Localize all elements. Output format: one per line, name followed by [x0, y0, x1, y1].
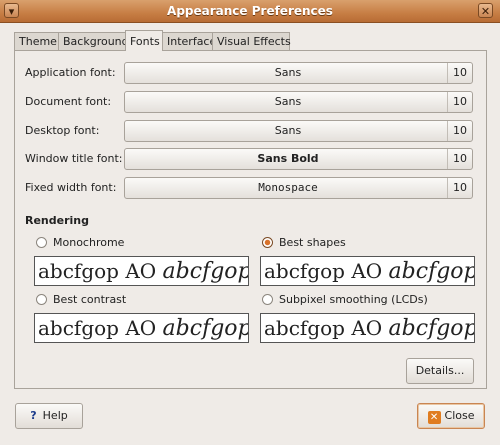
preview-italic: abcfgop — [162, 259, 249, 284]
preview-italic: abcfgop — [388, 259, 475, 284]
desktop-font-label: Desktop font: — [25, 124, 100, 137]
close-icon: ✕ — [427, 411, 441, 424]
radio-indicator — [262, 294, 273, 305]
window-title: Appearance Preferences — [167, 4, 333, 18]
radio-label: Monochrome — [53, 236, 125, 249]
tab-fonts[interactable]: Fonts — [125, 30, 163, 51]
font-size: 10 — [447, 63, 472, 83]
font-name: Sans Bold — [257, 152, 319, 165]
fixed-width-font-label: Fixed width font: — [25, 181, 117, 194]
fixed-width-font-button[interactable]: Monospace 10 — [124, 177, 473, 199]
help-button[interactable]: ? Help — [15, 403, 83, 429]
font-name: Monospace — [258, 181, 318, 194]
help-button-label: Help — [42, 409, 68, 422]
font-size: 10 — [447, 92, 472, 112]
subpixel-smoothing-radio[interactable]: Subpixel smoothing (LCDs) — [262, 292, 428, 308]
tab-background[interactable]: Background — [58, 32, 129, 51]
help-icon: ? — [30, 409, 37, 422]
desktop-font-button[interactable]: Sans 10 — [124, 120, 473, 142]
subpixel-smoothing-preview[interactable]: abcfgop AO abcfgop — [260, 313, 475, 343]
title-bar: ▾ Appearance Preferences ✕ — [0, 0, 500, 23]
font-size: 10 — [447, 121, 472, 141]
best-contrast-radio[interactable]: Best contrast — [36, 292, 126, 308]
font-name: Sans — [274, 95, 302, 108]
monochrome-preview[interactable]: abcfgop AO abcfgop — [34, 256, 249, 286]
window-title-font-label: Window title font: — [25, 152, 123, 165]
window-title-font-button[interactable]: Sans Bold 10 — [124, 148, 473, 170]
document-font-button[interactable]: Sans 10 — [124, 91, 473, 113]
best-shapes-preview[interactable]: abcfgop AO abcfgop — [260, 256, 475, 286]
radio-indicator — [262, 237, 273, 248]
preview-text: abcfgop AO — [38, 316, 157, 340]
font-size: 10 — [447, 149, 472, 169]
application-font-button[interactable]: Sans 10 — [124, 62, 473, 84]
monochrome-radio[interactable]: Monochrome — [36, 235, 124, 251]
font-name: Sans — [274, 66, 302, 79]
tab-visual-effects[interactable]: Visual Effects — [212, 32, 291, 51]
tab-interface[interactable]: Interface — [162, 32, 216, 51]
close-button-label: Close — [444, 409, 475, 422]
radio-label: Subpixel smoothing (LCDs) — [279, 293, 428, 306]
preview-italic: abcfgop — [162, 316, 249, 341]
preview-text: abcfgop AO — [264, 316, 383, 340]
application-font-label: Application font: — [25, 66, 116, 79]
radio-indicator — [36, 237, 47, 248]
details-button[interactable]: Details... — [406, 358, 474, 384]
font-size: 10 — [447, 178, 472, 198]
preview-text: abcfgop AO — [38, 259, 157, 283]
document-font-label: Document font: — [25, 95, 112, 108]
close-button[interactable]: ✕ Close — [417, 403, 485, 429]
radio-label: Best shapes — [279, 236, 346, 249]
font-name: Sans — [274, 124, 302, 137]
tab-theme[interactable]: Theme — [14, 32, 59, 51]
window-close-button[interactable]: ✕ — [478, 3, 493, 18]
preview-italic: abcfgop — [388, 316, 475, 341]
preview-text: abcfgop AO — [264, 259, 383, 283]
rendering-heading: Rendering — [25, 214, 89, 227]
radio-label: Best contrast — [53, 293, 127, 306]
best-contrast-preview[interactable]: abcfgop AO abcfgop — [34, 313, 249, 343]
radio-indicator — [36, 294, 47, 305]
best-shapes-radio[interactable]: Best shapes — [262, 235, 346, 251]
